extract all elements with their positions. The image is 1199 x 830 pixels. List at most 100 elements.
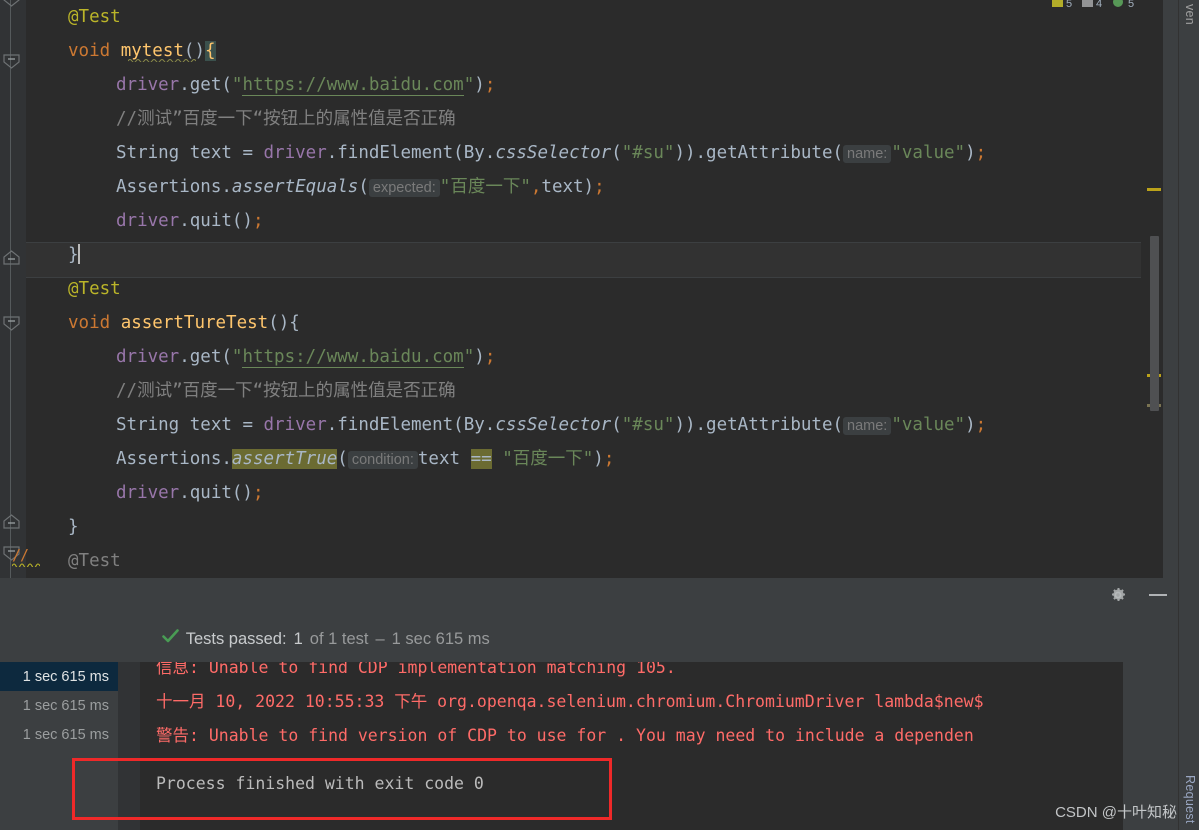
- code-line[interactable]: driver.get("https://www.baidu.com");: [26, 340, 1199, 374]
- code-line[interactable]: driver.quit();: [26, 204, 1199, 238]
- code-token: ": [231, 75, 243, 95]
- code-line[interactable]: //测试”百度一下“按钮上的属性值是否正确: [26, 102, 1199, 136]
- svg-text:5: 5: [1066, 0, 1072, 10]
- code-token: text): [541, 177, 595, 197]
- code-token: ;: [252, 211, 264, 231]
- code-token: =: [242, 415, 264, 435]
- annotation-highlight-box: [72, 758, 612, 820]
- editor-marker-bar[interactable]: [1141, 0, 1163, 578]
- code-token: driver: [263, 143, 327, 163]
- code-token: @Test: [68, 279, 121, 299]
- code-line[interactable]: String text = driver.findElement(By.cssS…: [26, 408, 1199, 442]
- code-token: ": [463, 347, 475, 367]
- code-line[interactable]: driver.get("https://www.baidu.com");: [26, 68, 1199, 102]
- fold-end-marker-icon[interactable]: [3, 250, 20, 265]
- test-duration-label: 1 sec 615 ms: [22, 697, 109, 714]
- code-line[interactable]: @Test: [26, 544, 1199, 578]
- code-token: )).getAttribute(: [674, 143, 844, 163]
- code-token: )).getAttribute(: [674, 415, 844, 435]
- code-line[interactable]: void mytest(){: [26, 34, 1199, 68]
- right-tool-rail[interactable]: ven Request: [1178, 0, 1199, 830]
- editor-gutter[interactable]: //: [0, 0, 29, 578]
- console-line: 十一月 10, 2022 10:55:33 下午 org.openqa.sele…: [156, 692, 984, 711]
- fold-marker-icon[interactable]: [3, 316, 20, 331]
- code-line[interactable]: Assertions.assertTrue(condition: text == …: [26, 442, 1199, 476]
- test-tree-row[interactable]: 1 sec 615 ms: [0, 720, 118, 749]
- code-token: @Test: [68, 551, 121, 571]
- code-token: ==: [470, 449, 492, 469]
- rail-item-request[interactable]: Request: [1183, 775, 1197, 824]
- test-status-bar: Tests passed: 1 of 1 test – 1 sec 615 ms: [125, 628, 490, 650]
- test-tree-row[interactable]: 1 sec 615 ms: [0, 691, 118, 720]
- code-token: ): [593, 449, 604, 469]
- code-line[interactable]: driver.quit();: [26, 476, 1199, 510]
- code-editor[interactable]: // @Test void mytest(){driver.get("https:…: [0, 0, 1199, 578]
- svg-text:4: 4: [1096, 0, 1102, 10]
- code-token: "百度一下": [502, 449, 594, 469]
- code-token: .findElement(By.: [326, 143, 496, 163]
- fold-end-marker-icon[interactable]: [3, 514, 20, 529]
- code-text-area[interactable]: @Test void mytest(){driver.get("https://w…: [26, 0, 1199, 578]
- code-structure-line: [10, 0, 11, 578]
- editor-scrollbar-thumb[interactable]: [1150, 236, 1159, 411]
- text-caret: [77, 244, 80, 264]
- code-token: //测试”百度一下“按钮上的属性值是否正确: [116, 109, 456, 129]
- ide-window: // @Test void mytest(){driver.get("https:…: [0, 0, 1199, 830]
- code-token: ;: [252, 483, 264, 503]
- success-check-icon: [125, 610, 179, 668]
- code-token: text: [417, 449, 471, 469]
- code-token: String text: [116, 143, 243, 163]
- minimize-icon[interactable]: [1149, 594, 1167, 596]
- code-token: (: [337, 449, 348, 469]
- code-token: driver: [116, 347, 180, 367]
- code-token: String text: [116, 415, 243, 435]
- code-token: ;: [484, 75, 496, 95]
- code-token: (: [611, 143, 622, 163]
- code-token: ;: [594, 177, 605, 197]
- code-token: assertTrue: [231, 449, 338, 469]
- code-token: name:: [843, 145, 892, 163]
- code-token: https://www.baidu.com: [242, 347, 464, 368]
- code-token: cssSelector: [495, 415, 612, 435]
- console-line: 警告: Unable to find version of CDP to use…: [156, 726, 974, 745]
- status-separator: –: [375, 629, 385, 648]
- code-line[interactable]: Assertions.assertEquals(expected: "百度一下",…: [26, 170, 1199, 204]
- warning-marker[interactable]: [1147, 188, 1161, 191]
- code-token: .findElement(By.: [326, 415, 496, 435]
- code-token: "value": [891, 415, 966, 435]
- code-line[interactable]: }: [26, 510, 1199, 544]
- code-token: (: [611, 415, 622, 435]
- code-line[interactable]: @Test: [26, 0, 1199, 34]
- rail-item-maven[interactable]: ven: [1183, 4, 1197, 25]
- editor-right-stripe: [1163, 0, 1179, 578]
- code-token: (: [358, 177, 369, 197]
- code-line[interactable]: @Test: [26, 272, 1199, 306]
- code-line[interactable]: //测试”百度一下“按钮上的属性值是否正确: [26, 374, 1199, 408]
- code-token: ": [231, 347, 243, 367]
- gear-icon[interactable]: [1109, 586, 1127, 604]
- code-token: ": [463, 75, 475, 95]
- inspection-indicators[interactable]: 5 4 5: [1052, 0, 1157, 12]
- tests-total-label: of 1 test: [309, 629, 369, 648]
- code-token: cssSelector: [495, 143, 612, 163]
- tests-duration: 1 sec 615 ms: [391, 629, 490, 648]
- code-token: https://www.baidu.com: [242, 75, 464, 96]
- code-line[interactable]: String text = driver.findElement(By.cssS…: [26, 136, 1199, 170]
- method-name-squiggle: [128, 59, 196, 62]
- code-token: "百度一下": [439, 177, 531, 197]
- code-token: ;: [603, 449, 615, 469]
- code-line[interactable]: void assertTureTest(){: [26, 306, 1199, 340]
- code-token: assertEquals: [231, 177, 359, 197]
- code-line[interactable]: }: [26, 238, 1199, 272]
- code-token: @Test: [68, 7, 121, 27]
- tests-passed-label: Tests passed:: [185, 629, 287, 648]
- fold-marker-icon[interactable]: [3, 54, 20, 69]
- code-token: expected:: [368, 179, 440, 197]
- fold-marker-icon[interactable]: [3, 0, 20, 7]
- svg-text:5: 5: [1128, 0, 1134, 10]
- code-token: ): [474, 75, 485, 95]
- code-token: name:: [843, 417, 892, 435]
- code-token: //测试”百度一下“按钮上的属性值是否正确: [116, 381, 456, 401]
- test-tree-row[interactable]: 1 sec 615 ms: [0, 662, 118, 691]
- code-token: driver: [263, 415, 327, 435]
